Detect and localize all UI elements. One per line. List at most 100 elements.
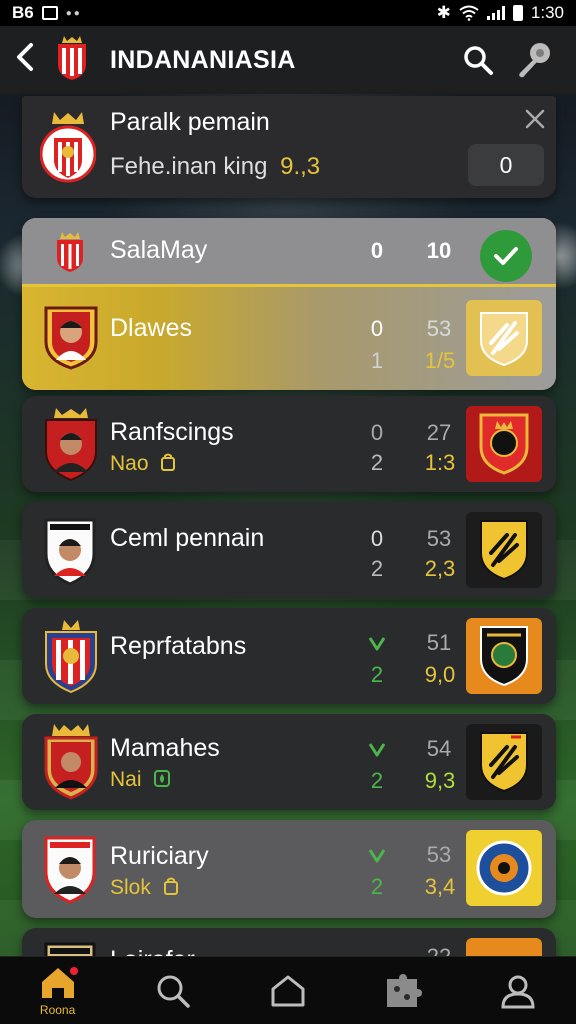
player-avatar-ceml xyxy=(44,518,96,586)
top-card-title: Paralk pemain xyxy=(110,108,270,136)
stat-a2-ranfscings: 2 xyxy=(370,450,384,475)
status-right: ✱ 1:30 xyxy=(437,3,564,23)
player-name-mamahes: Mamahes xyxy=(110,734,220,762)
nav-home[interactable]: Roona xyxy=(18,957,98,1024)
nav-home-label: Roona xyxy=(39,1002,76,1017)
more-dots-icon: ●● xyxy=(65,7,82,19)
player-avatar-mamahes xyxy=(44,724,98,800)
table-row-mamahes[interactable]: Mamahes Nai 54 2 9,3 xyxy=(22,714,556,810)
lock-icon xyxy=(163,877,178,895)
stat-a2-ruriciary: 2 xyxy=(370,874,384,899)
club-crest-badge xyxy=(40,112,96,183)
team-logo-dlawes xyxy=(466,300,542,376)
player-name-dlawes: Dlawes xyxy=(110,314,192,342)
status-bar: B6 ●● ✱ 1:30 xyxy=(0,0,576,26)
home-icon xyxy=(41,966,78,998)
notification-icon xyxy=(41,6,58,20)
table-row-ceml-pennain[interactable]: Ceml pennain 0 53 2 2,3 xyxy=(22,502,556,598)
feather-emblem-icon xyxy=(480,520,528,581)
search-button[interactable] xyxy=(450,44,506,76)
nav-profile[interactable] xyxy=(478,957,558,1024)
confirm-check-button[interactable] xyxy=(480,230,532,282)
player-avatar-ruriciary xyxy=(44,836,96,904)
app-header: INDANANIASIA xyxy=(0,26,576,94)
nav-games[interactable] xyxy=(363,957,443,1024)
table-row-highlight-group[interactable]: SalaMay 0 10 Dlawes 0 53 1 1/5 xyxy=(22,218,556,390)
stat-b2-ranfscings: 1:3 xyxy=(424,450,456,475)
back-arrow-icon[interactable] xyxy=(14,41,44,79)
player-sub-mamahes-text: Nai xyxy=(110,768,142,791)
nav-search[interactable] xyxy=(133,957,213,1024)
club-crest-logo xyxy=(54,34,90,87)
top-card-counter[interactable]: 0 xyxy=(468,144,544,186)
bottom-nav: Roona xyxy=(0,956,576,1024)
arrow-down-icon xyxy=(368,637,386,651)
bluetooth-icon: ✱ xyxy=(436,3,451,22)
page-title: INDANANIASIA xyxy=(110,45,296,74)
player-name-ceml: Ceml pennain xyxy=(110,524,265,552)
stat-b2-reprfatabns: 9,0 xyxy=(424,662,456,687)
table-row-ranfscings[interactable]: Ranfscings Nao 0 27 2 1:3 xyxy=(22,396,556,492)
team-logo-mamahes xyxy=(466,724,542,800)
stat-b1-reprfatabns: 51 xyxy=(426,630,452,655)
player-avatar-dlawes xyxy=(44,306,98,370)
player-name-salamay: SalaMay xyxy=(110,236,208,264)
search-icon xyxy=(464,46,493,75)
crest-emblem-icon xyxy=(479,413,529,475)
team-logo-ruriciary xyxy=(466,830,542,906)
stat-a2-mamahes: 2 xyxy=(370,768,384,793)
top-card-subtitle: Fehe.inan king 9.,3 xyxy=(110,153,320,181)
top-card-subtitle-value: 9.,3 xyxy=(280,153,321,180)
stat-a2-dlawes: 1 xyxy=(370,348,384,373)
team-logo-ceml xyxy=(466,512,542,588)
round-crest-icon xyxy=(476,840,532,896)
stat-a2-reprfatabns: 2 xyxy=(370,662,384,687)
table-row-ruriciary[interactable]: Ruriciary Slok 53 2 3,4 xyxy=(22,820,556,918)
player-name-ruriciary: Ruriciary xyxy=(110,842,209,870)
feather-emblem-icon xyxy=(480,312,528,367)
battery-icon xyxy=(512,5,523,21)
search-nav-icon xyxy=(157,975,190,1008)
wifi-icon xyxy=(459,5,479,21)
stat-a2-ceml: 2 xyxy=(370,556,384,581)
player-name-ranfscings: Ranfscings xyxy=(110,418,234,446)
feather-emblem-icon xyxy=(480,732,528,793)
stat-a1-dlawes: 0 xyxy=(370,316,384,341)
lock-icon xyxy=(161,453,176,471)
stat-b2-dlawes: 1/5 xyxy=(424,348,456,373)
stat-b1-salamay: 10 xyxy=(426,238,452,263)
nav-house[interactable] xyxy=(248,957,328,1024)
stat-b1-ruriciary: 53 xyxy=(426,842,452,867)
house-outline-icon xyxy=(271,975,305,1006)
stat-b1-dlawes: 53 xyxy=(426,316,452,341)
stat-b2-ceml: 2,3 xyxy=(424,556,456,581)
status-left-text: B6 xyxy=(12,3,34,22)
player-sub-ranfscings-text: Nao xyxy=(110,452,149,475)
player-crest-salamay xyxy=(57,232,83,272)
player-name-reprfatabns: Reprfatabns xyxy=(110,632,247,660)
puzzle-icon xyxy=(387,973,423,1007)
close-icon[interactable] xyxy=(524,108,546,130)
player-sub-ruriciary-text: Slok xyxy=(110,876,151,899)
team-logo-reprfatabns xyxy=(466,618,542,694)
drop-icon xyxy=(154,770,171,787)
top-card-counter-value: 0 xyxy=(499,151,513,178)
whistle-button[interactable] xyxy=(506,40,562,80)
player-avatar-reprfatabns xyxy=(45,620,97,694)
stat-a1-ranfscings: 0 xyxy=(370,420,384,445)
table-row-reprfatabns[interactable]: Reprfatabns 51 2 9,0 xyxy=(22,608,556,704)
stat-a1-salamay: 0 xyxy=(370,238,384,263)
top-summary-card: Paralk pemain Fehe.inan king 9.,3 0 xyxy=(22,96,556,198)
stat-a1-ceml: 0 xyxy=(370,526,384,551)
top-card-subtitle-text: Fehe.inan king xyxy=(110,153,268,180)
arrow-down-icon xyxy=(368,743,386,757)
crest-emblem-icon xyxy=(480,626,528,687)
stat-b1-ceml: 53 xyxy=(426,526,452,551)
status-left: B6 ●● xyxy=(12,3,82,23)
team-logo-ranfscings xyxy=(466,406,542,482)
stat-b2-ruriciary: 3,4 xyxy=(424,874,456,899)
player-avatar-ranfscings xyxy=(45,408,97,482)
check-icon xyxy=(494,247,518,265)
row-top-band xyxy=(22,218,556,284)
status-time: 1:30 xyxy=(530,3,564,22)
